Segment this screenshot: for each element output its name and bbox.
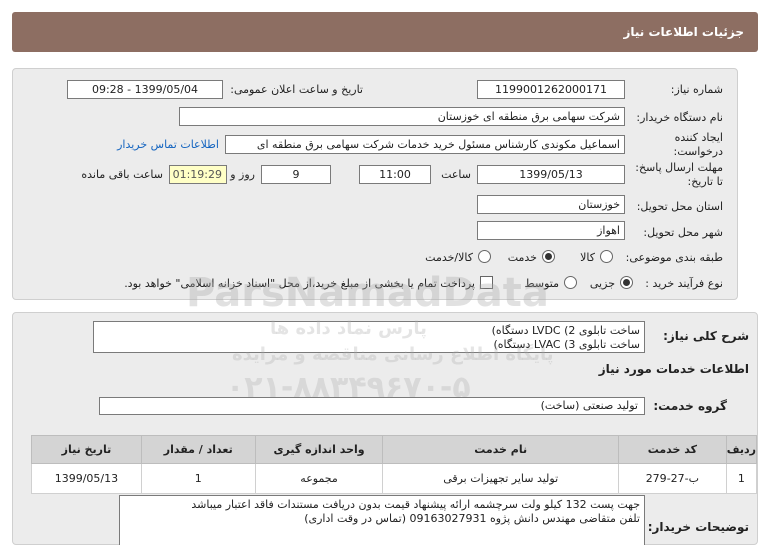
deadline-time-label: ساعت bbox=[441, 168, 471, 181]
buyer-notes-line-1: جهت پست 132 کیلو ولت سرچشمه ارائه پیشنها… bbox=[191, 498, 640, 511]
cell-service-name: تولید سایر تجهیزات برقی bbox=[382, 463, 619, 494]
cell-unit: مجموعه bbox=[254, 463, 384, 494]
deadline-time-field[interactable]: 11:00 bbox=[359, 165, 431, 184]
buyer-org-field[interactable]: شرکت سهامی برق منطقه ای خوزستان bbox=[179, 107, 625, 126]
col-header-service-name: نام خدمت bbox=[382, 435, 619, 464]
col-header-quantity: تعداد / مقدار bbox=[140, 435, 256, 464]
process-label: نوع فرآیند خرید : bbox=[645, 277, 723, 290]
province-label: استان محل تحویل: bbox=[636, 200, 723, 213]
city-field[interactable]: اهواز bbox=[477, 221, 625, 240]
province-field[interactable]: خوزستان bbox=[477, 195, 625, 214]
process-radio-minor[interactable] bbox=[620, 276, 633, 289]
cell-service-code: ب-27-279 bbox=[617, 463, 727, 494]
table-row[interactable]: 1 ب-27-279 تولید سایر تجهیزات برقی مجموع… bbox=[31, 463, 758, 494]
category-radio-service[interactable] bbox=[542, 250, 555, 263]
deadline-date-field[interactable]: 1399/05/13 bbox=[477, 165, 625, 184]
services-table: ردیف کد خدمت نام خدمت واحد اندازه گیری ت… bbox=[31, 435, 758, 494]
process-radio-medium[interactable] bbox=[564, 276, 577, 289]
buyer-notes-field[interactable]: جهت پست 132 کیلو ولت سرچشمه ارائه پیشنها… bbox=[119, 495, 645, 545]
process-option-medium: متوسط bbox=[524, 277, 559, 290]
days-label: روز و bbox=[230, 168, 255, 181]
announce-datetime-label: تاریخ و ساعت اعلان عمومی: bbox=[230, 83, 363, 96]
need-info-panel: شماره نیاز: 1199001262000171 تاریخ و ساع… bbox=[12, 68, 738, 300]
summary-label: شرح کلی نیاز: bbox=[663, 329, 749, 343]
need-number-field[interactable]: 1199001262000171 bbox=[477, 80, 625, 99]
time-remaining-field[interactable]: 01:19:29 bbox=[169, 165, 227, 184]
creator-label-line1: ایجاد کننده bbox=[674, 131, 723, 144]
city-label: شهر محل تحویل: bbox=[643, 226, 723, 239]
service-group-label: گروه خدمت: bbox=[653, 399, 727, 413]
service-group-field[interactable]: تولید صنعتی (ساخت) bbox=[99, 397, 645, 415]
category-label: طبقه بندی موضوعی: bbox=[625, 251, 723, 264]
services-table-header: ردیف کد خدمت نام خدمت واحد اندازه گیری ت… bbox=[31, 435, 758, 464]
days-remaining-field[interactable]: 9 bbox=[261, 165, 331, 184]
services-section-title: اطلاعات خدمات مورد نیاز bbox=[598, 362, 749, 376]
category-option-goods-service: کالا/خدمت bbox=[425, 251, 473, 264]
summary-field[interactable]: ساخت تابلوی 2) LVDC دستگاه) ساخت تابلوی … bbox=[93, 321, 645, 353]
cell-row-number: 1 bbox=[725, 463, 758, 494]
buyer-notes-line-2: تلفن متقاضی مهندس دانش پژوه 09163027931 … bbox=[304, 512, 640, 525]
buyer-notes-label: توضیحات خریدار: bbox=[647, 520, 749, 534]
page-title: جزئیات اطلاعات نیاز bbox=[623, 25, 744, 39]
process-option-minor: جزیی bbox=[589, 277, 615, 290]
summary-line-2: ساخت تابلوی 3) LVAC دستگاه) bbox=[493, 338, 640, 351]
category-option-service: خدمت bbox=[507, 251, 537, 264]
buyer-contact-link[interactable]: اطلاعات تماس خریدار bbox=[117, 138, 219, 151]
summary-line-1: ساخت تابلوی 2) LVDC دستگاه) bbox=[491, 324, 640, 337]
creator-label-line2: درخواست: bbox=[673, 145, 723, 158]
category-option-goods: کالا bbox=[580, 251, 595, 264]
creator-field[interactable]: اسماعیل مکوندی کارشناس مسئول خرید خدمات … bbox=[225, 135, 625, 154]
cell-quantity: 1 bbox=[140, 463, 256, 494]
col-header-service-code: کد خدمت bbox=[617, 435, 727, 464]
page-header: جزئیات اطلاعات نیاز bbox=[12, 12, 758, 52]
announce-datetime-field[interactable]: 1399/05/04 - 09:28 bbox=[67, 80, 223, 99]
treasury-payment-note: پرداخت تمام یا بخشی از مبلغ خرید،از محل … bbox=[124, 277, 475, 290]
deadline-label-line2: تا تاریخ: bbox=[687, 175, 723, 188]
col-header-need-date: تاریخ نیاز bbox=[31, 435, 142, 464]
time-remaining-label: ساعت باقی مانده bbox=[81, 168, 163, 181]
treasury-payment-checkbox[interactable] bbox=[480, 276, 493, 289]
category-radio-goods[interactable] bbox=[600, 250, 613, 263]
need-number-label: شماره نیاز: bbox=[670, 83, 723, 96]
category-radio-goods-service[interactable] bbox=[478, 250, 491, 263]
need-details-panel: شرح کلی نیاز: ساخت تابلوی 2) LVDC دستگاه… bbox=[12, 312, 758, 545]
deadline-label-line1: مهلت ارسال پاسخ: bbox=[635, 161, 723, 174]
col-header-row-number: ردیف bbox=[725, 435, 758, 464]
col-header-unit: واحد اندازه گیری bbox=[254, 435, 384, 464]
buyer-org-label: نام دستگاه خریدار: bbox=[636, 111, 723, 124]
cell-need-date: 1399/05/13 bbox=[31, 463, 142, 494]
